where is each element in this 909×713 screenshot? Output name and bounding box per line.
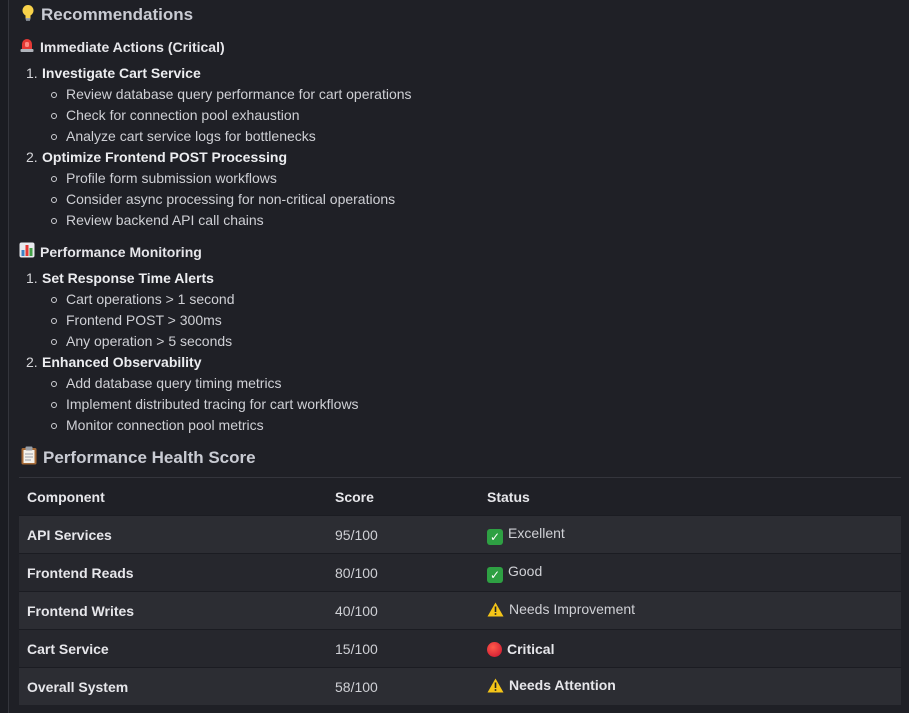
health-score-table: Component Score Status API Services 95/1… — [19, 477, 901, 705]
bullet-list: Add database query timing metrics Implem… — [19, 373, 359, 436]
list-number: 2. — [26, 149, 38, 165]
component-cell: API Services — [19, 515, 327, 554]
status-label: Good — [508, 562, 543, 579]
clipboard-icon — [21, 446, 37, 469]
red-circle-icon — [487, 641, 502, 657]
list-number: 1. — [26, 65, 38, 81]
table-row: Frontend Writes 40/100 Needs Improvement — [19, 591, 901, 630]
status-label: Excellent — [508, 524, 565, 541]
immediate-actions-list: 1. Investigate Cart Service Review datab… — [19, 63, 412, 231]
column-header-score: Score — [327, 477, 479, 516]
score-cell: 80/100 — [327, 553, 479, 592]
bar-chart-icon — [19, 242, 35, 261]
bullet-item: Add database query timing metrics — [19, 373, 359, 394]
bullet-item: Profile form submission workflows — [19, 168, 412, 189]
status-cell: Needs Improvement — [479, 591, 901, 630]
table-row: Cart Service 15/100 Critical — [19, 629, 901, 668]
list-item: 1. Investigate Cart Service Review datab… — [19, 63, 412, 147]
bullet-list: Cart operations > 1 second Frontend POST… — [19, 289, 359, 352]
immediate-actions-heading: Immediate Actions (Critical) — [19, 37, 225, 56]
check-icon: ✓ — [487, 528, 503, 545]
column-header-component: Component — [19, 477, 327, 516]
component-cell: Cart Service — [19, 629, 327, 668]
bullet-item: Check for connection pool exhaustion — [19, 105, 412, 126]
bullet-list: Review database query performance for ca… — [19, 84, 412, 147]
immediate-actions-title: Immediate Actions (Critical) — [40, 38, 225, 55]
list-item-title: Set Response Time Alerts — [42, 270, 214, 286]
bullet-item: Consider async processing for non-critic… — [19, 189, 412, 210]
list-item: 2. Enhanced Observability Add database q… — [19, 352, 359, 436]
bullet-list: Profile form submission workflows Consid… — [19, 168, 412, 231]
health-score-title: Performance Health Score — [43, 447, 256, 467]
bullet-item: Implement distributed tracing for cart w… — [19, 394, 359, 415]
health-score-heading: Performance Health Score — [21, 446, 256, 469]
warning-icon — [487, 678, 504, 696]
component-cell: Overall System — [19, 667, 327, 705]
list-item-title: Optimize Frontend POST Processing — [42, 149, 288, 165]
check-icon: ✓ — [487, 566, 503, 583]
bullet-item: Review database query performance for ca… — [19, 84, 412, 105]
list-number: 2. — [26, 354, 38, 370]
status-label: Needs Attention — [509, 677, 616, 693]
score-cell: 95/100 — [327, 515, 479, 554]
status-cell: ✓ Good — [479, 553, 901, 592]
component-cell: Frontend Writes — [19, 591, 327, 630]
recommendations-heading: Recommendations — [21, 4, 193, 26]
status-cell: Critical — [479, 629, 901, 668]
score-cell: 15/100 — [327, 629, 479, 668]
status-cell: ✓ Excellent — [479, 515, 901, 554]
score-cell: 58/100 — [327, 667, 479, 705]
list-item: 1. Set Response Time Alerts Cart operati… — [19, 268, 359, 352]
list-item: 2. Optimize Frontend POST Processing Pro… — [19, 147, 412, 231]
bullet-item: Frontend POST > 300ms — [19, 310, 359, 331]
table-row: API Services 95/100 ✓ Excellent — [19, 515, 901, 554]
siren-icon — [19, 37, 35, 56]
performance-monitoring-heading: Performance Monitoring — [19, 242, 202, 261]
document-panel: Recommendations Immediate Actions (Criti… — [8, 0, 909, 713]
table-header-row: Component Score Status — [19, 477, 901, 516]
status-cell: Needs Attention — [479, 667, 901, 705]
score-cell: 40/100 — [327, 591, 479, 630]
list-item-title: Enhanced Observability — [42, 354, 202, 370]
bullet-item: Analyze cart service logs for bottleneck… — [19, 126, 412, 147]
lightbulb-icon — [21, 4, 35, 26]
performance-monitoring-list: 1. Set Response Time Alerts Cart operati… — [19, 268, 359, 436]
column-header-status: Status — [479, 477, 901, 516]
list-number: 1. — [26, 270, 38, 286]
recommendations-title: Recommendations — [41, 5, 194, 24]
bullet-item: Any operation > 5 seconds — [19, 331, 359, 352]
bullet-item: Monitor connection pool metrics — [19, 415, 359, 436]
list-item-title: Investigate Cart Service — [42, 65, 201, 81]
table-row: Frontend Reads 80/100 ✓ Good — [19, 553, 901, 592]
status-label: Needs Improvement — [509, 601, 636, 617]
bullet-item: Review backend API call chains — [19, 210, 412, 231]
status-label: Critical — [507, 640, 555, 657]
performance-monitoring-title: Performance Monitoring — [40, 243, 202, 260]
bullet-item: Cart operations > 1 second — [19, 289, 359, 310]
table-row: Overall System 58/100 Needs Attention — [19, 667, 901, 705]
warning-icon — [487, 602, 504, 620]
component-cell: Frontend Reads — [19, 553, 327, 592]
